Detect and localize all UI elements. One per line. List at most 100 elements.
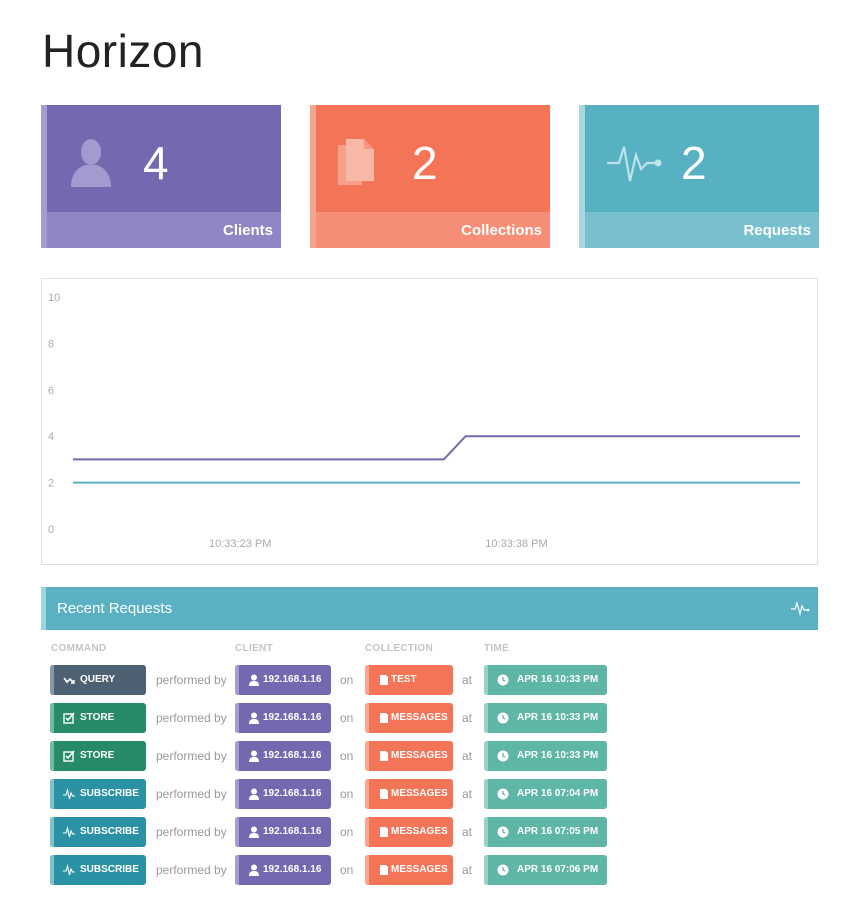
collection-label: MESSAGES [391, 788, 448, 799]
document-icon [380, 713, 388, 723]
on-text: on [340, 787, 354, 801]
performed-by-text: performed by [156, 749, 227, 763]
collections-label: Collections [461, 222, 542, 239]
client-badge[interactable]: 192.168.1.16 [235, 665, 331, 695]
on-text: on [340, 825, 354, 839]
time-badge: APR 16 07:06 PM [484, 855, 607, 885]
time-badge: APR 16 10:33 PM [484, 741, 607, 771]
pulse-icon [607, 146, 662, 182]
subscribe-icon [63, 826, 75, 838]
command-label: STORE [80, 750, 115, 761]
page-title: Horizon [42, 25, 205, 77]
performed-by-text: performed by [156, 825, 227, 839]
collection-badge[interactable]: MESSAGES [365, 703, 453, 733]
clock-icon [497, 788, 509, 800]
y-tick-label: 0 [48, 524, 54, 536]
user-icon [249, 826, 259, 838]
request-row: STORE performed by 192.168.1.16 on MESSAGES a… [0, 741, 860, 771]
collections-stat-card[interactable]: 2 Collections [310, 105, 550, 248]
y-tick-label: 2 [48, 478, 54, 490]
subscribe-icon [63, 864, 75, 876]
time-label: APR 16 07:05 PM [517, 826, 599, 837]
client-label: 192.168.1.16 [263, 864, 322, 875]
document-icon [380, 865, 388, 875]
collection-label: TEST [391, 674, 417, 685]
time-badge: APR 16 07:05 PM [484, 817, 607, 847]
at-text: at [462, 863, 473, 877]
time-label: APR 16 07:04 PM [517, 788, 599, 799]
time-label: APR 16 07:06 PM [517, 864, 599, 875]
command-column-header: COMMAND [51, 643, 107, 654]
user-icon [71, 139, 111, 187]
collection-label: MESSAGES [391, 750, 448, 761]
recent-requests-title: Recent Requests [57, 600, 173, 617]
time-label: APR 16 10:33 PM [517, 712, 599, 723]
on-text: on [340, 673, 354, 687]
collection-label: MESSAGES [391, 864, 448, 875]
collection-badge[interactable]: MESSAGES [365, 779, 453, 809]
clock-icon [497, 750, 509, 762]
user-icon [249, 788, 259, 800]
request-row: SUBSCRIBE performed by 192.168.1.16 on MESSA… [0, 855, 860, 885]
time-badge: APR 16 10:33 PM [484, 665, 607, 695]
client-label: 192.168.1.16 [263, 788, 322, 799]
client-badge[interactable]: 192.168.1.16 [235, 703, 331, 733]
client-label: 192.168.1.16 [263, 750, 322, 761]
subscribe-icon [63, 788, 75, 800]
client-label: 192.168.1.16 [263, 674, 322, 685]
x-tick-label: 10:33:23 PM [209, 538, 271, 550]
requests-label: Requests [743, 222, 811, 239]
line-chart: 10 8 6 4 2 0 10:33:23 PM 10:33:38 PM [48, 292, 800, 550]
collection-badge[interactable]: MESSAGES [365, 741, 453, 771]
time-label: APR 16 10:33 PM [517, 750, 599, 761]
performed-by-text: performed by [156, 673, 227, 687]
client-badge[interactable]: 192.168.1.16 [235, 779, 331, 809]
clients-stat-card[interactable]: 4 Clients [41, 105, 281, 248]
command-label: SUBSCRIBE [80, 864, 139, 875]
clock-icon [497, 674, 509, 686]
client-badge[interactable]: 192.168.1.16 [235, 855, 331, 885]
performed-by-text: performed by [156, 787, 227, 801]
document-icon [380, 789, 388, 799]
performed-by-text: performed by [156, 711, 227, 725]
requests-stat-card[interactable]: 2 Requests [579, 105, 819, 248]
documents-icon [338, 139, 374, 185]
command-badge[interactable]: SUBSCRIBE [50, 817, 146, 847]
at-text: at [462, 787, 473, 801]
store-icon [63, 750, 75, 762]
collection-label: MESSAGES [391, 712, 448, 723]
command-badge[interactable]: QUERY [50, 665, 146, 695]
document-icon [380, 827, 388, 837]
client-label: 192.168.1.16 [263, 826, 322, 837]
collection-badge[interactable]: MESSAGES [365, 855, 453, 885]
command-badge[interactable]: STORE [50, 741, 146, 771]
client-label: 192.168.1.16 [263, 712, 322, 723]
command-badge[interactable]: SUBSCRIBE [50, 779, 146, 809]
y-tick-label: 4 [48, 431, 54, 443]
client-badge[interactable]: 192.168.1.16 [235, 817, 331, 847]
clients-label: Clients [222, 222, 273, 239]
clock-icon [497, 826, 509, 838]
request-row: STORE performed by 192.168.1.16 on MESSAGES a… [0, 703, 860, 733]
collection-badge[interactable]: MESSAGES [365, 817, 453, 847]
time-badge: APR 16 07:04 PM [484, 779, 607, 809]
y-tick-label: 10 [48, 292, 60, 304]
user-icon [249, 712, 259, 724]
collection-label: MESSAGES [391, 826, 448, 837]
clock-icon [497, 712, 509, 724]
collection-badge[interactable]: TEST [365, 665, 453, 695]
request-row: QUERY performed by 192.168.1.16 on TEST at APR… [0, 665, 860, 695]
request-row: SUBSCRIBE performed by 192.168.1.16 on MESSA… [0, 779, 860, 809]
at-text: at [462, 711, 473, 725]
command-badge[interactable]: STORE [50, 703, 146, 733]
pulse-icon [791, 600, 810, 616]
on-text: on [340, 711, 354, 725]
document-icon [380, 675, 388, 685]
time-column-header: TIME [484, 643, 510, 654]
command-badge[interactable]: SUBSCRIBE [50, 855, 146, 885]
at-text: at [462, 825, 473, 839]
time-label: APR 16 10:33 PM [517, 674, 599, 685]
collections-count: 2 [412, 137, 438, 189]
recent-requests-header: Recent Requests [41, 587, 818, 630]
client-badge[interactable]: 192.168.1.16 [235, 741, 331, 771]
